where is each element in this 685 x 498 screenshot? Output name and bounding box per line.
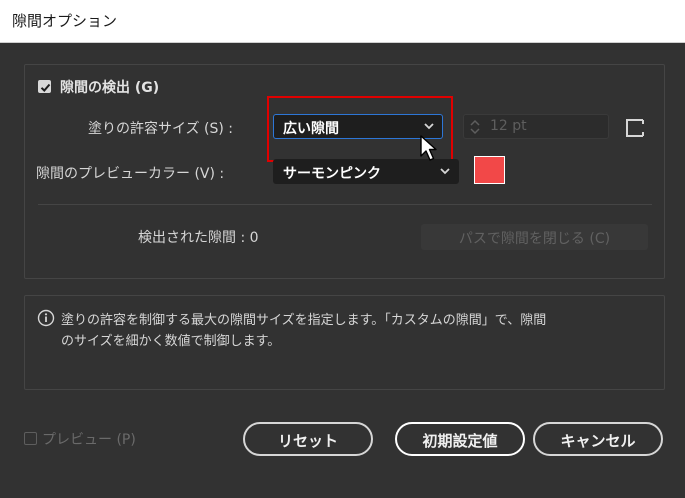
paint-tolerance-label: 塗りの許容サイズ (S) : xyxy=(88,121,234,137)
info-text-line-1: 塗りの許容を制御する最大の隙間サイズを指定します。「カスタムの隙間」で、隙間 xyxy=(61,313,547,328)
detected-gaps-label: 検出された隙間 : 0 xyxy=(138,230,259,246)
preview-color-swatch[interactable] xyxy=(474,156,505,184)
defaults-button[interactable]: 初期設定値 xyxy=(395,422,525,456)
preview-color-label: 隙間のプレビューカラー (V) : xyxy=(36,166,225,182)
info-panel: 塗りの許容を制御する最大の隙間サイズを指定します。「カスタムの隙間」で、隙間 の… xyxy=(24,295,665,390)
reset-button-label: リセット xyxy=(277,432,338,450)
close-gaps-with-paths-button[interactable]: パスで隙間を閉じる (C) xyxy=(421,224,648,250)
preview-color-value: サーモンピンク xyxy=(283,166,381,182)
reset-button[interactable]: リセット xyxy=(243,422,373,456)
stepper-arrows-icon xyxy=(470,119,480,135)
gap-detection-checkbox[interactable] xyxy=(38,80,51,93)
cancel-button[interactable]: キャンセル xyxy=(533,422,663,456)
close-gaps-button-label: パスで隙間を閉じる (C) xyxy=(458,231,611,247)
preview-label: プレビュー (P) xyxy=(42,432,136,448)
chevron-down-icon xyxy=(440,168,450,175)
dialog-title: 隙間オプション xyxy=(12,12,118,30)
gap-options-dialog: 隙間オプション 隙間の検出 (G) 塗りの許容サイズ (S) : 広い隙間 12… xyxy=(0,0,685,498)
cancel-button-label: キャンセル xyxy=(560,432,636,450)
custom-gap-size-value: 12 pt xyxy=(490,118,527,134)
mouse-cursor-icon xyxy=(420,135,437,161)
info-circle-icon xyxy=(37,309,55,327)
preview-checkbox[interactable] xyxy=(24,432,37,445)
corner-bracket-icon xyxy=(626,119,644,137)
gap-detection-label: 隙間の検出 (G) xyxy=(60,80,160,96)
custom-gap-toggle-button[interactable] xyxy=(624,117,646,139)
group-divider xyxy=(38,204,652,205)
info-text-line-2: のサイズを細かく数値で制御します。 xyxy=(61,334,281,349)
title-bar: 隙間オプション xyxy=(0,0,685,43)
checkmark-icon xyxy=(40,83,51,92)
preview-color-select[interactable]: サーモンピンク xyxy=(273,159,459,184)
custom-gap-size-stepper[interactable]: 12 pt xyxy=(463,114,609,139)
defaults-button-label: 初期設定値 xyxy=(422,432,498,450)
